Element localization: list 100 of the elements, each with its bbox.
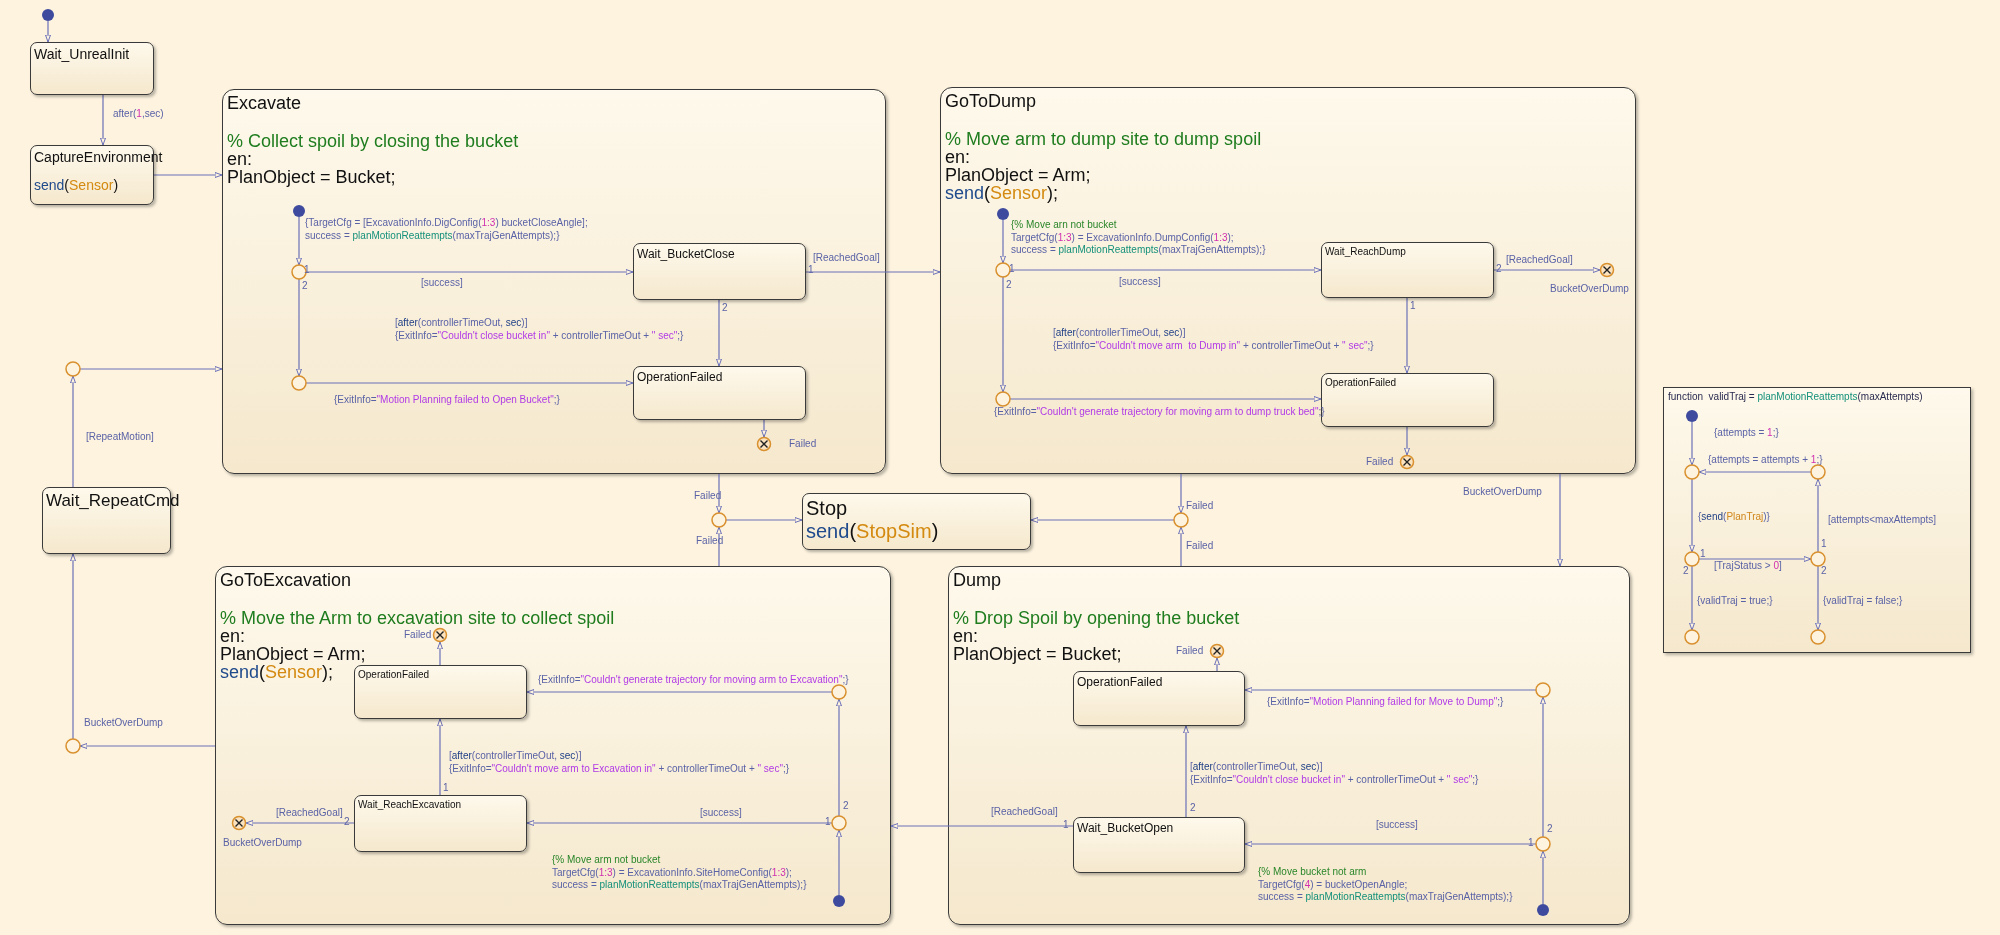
transition-label: [TrajStatus > 0] — [1714, 560, 1782, 573]
transition-label: [success] — [421, 277, 463, 290]
transition-label: {TargetCfg = [ExcavationInfo.DigConfig(1:3) bucketCloseAngle]; success = planMotionReattempts(maxTrajGenAttempts);} — [305, 217, 588, 242]
terminator-icon — [231, 815, 247, 831]
junction-node — [1810, 464, 1826, 480]
junction-node — [1173, 512, 1189, 528]
state-name: OperationFailed — [637, 370, 723, 385]
state-action: PlanObject = Bucket; — [227, 168, 396, 187]
transition-arrow — [1214, 657, 1220, 672]
transition-label: 1 — [1410, 300, 1416, 313]
transition-label: [attempts<maxAttempts] — [1828, 514, 1937, 527]
state-action: en: — [227, 150, 253, 169]
state-comment: % Drop Spoil by opening the bucket — [953, 609, 1240, 628]
transition-label: BucketOverDump — [1550, 283, 1629, 296]
state-name: Wait_BucketClose — [637, 247, 735, 262]
state-name: GoToDump — [945, 91, 1037, 113]
transition-label: {% Move arn not bucket TargetCfg(1:3) = ExcavationInfo.DumpConfig(1:3); success = planMotionReattempts(maxTrajGenAttempts);} — [1011, 219, 1266, 257]
state-name: OperationFailed — [1325, 377, 1397, 389]
transition-label: [after(controllerTimeOut, sec)] {ExitInfo="Couldn't close bucket in" + controllerTimeOut + " sec";} — [395, 317, 684, 342]
junction-node — [1810, 629, 1826, 645]
junction-node — [1535, 836, 1551, 852]
transition-arrow — [1540, 850, 1546, 905]
transition-label: 1 — [808, 264, 814, 277]
transition-label: 2 — [1821, 565, 1827, 578]
transition-label: [success] — [1376, 819, 1418, 832]
default-transition-dot — [997, 208, 1009, 220]
state-name: Wait_ReachDump — [1325, 246, 1406, 258]
default-transition-dot — [1686, 410, 1698, 422]
junction-node — [831, 684, 847, 700]
state-name: Wait_BucketOpen — [1077, 821, 1174, 836]
transition-label: {attempts = 1;} — [1714, 427, 1779, 440]
state-action: en: — [220, 627, 246, 646]
transition-label: Failed — [1176, 645, 1204, 658]
transition-label: [ReachedGoal] — [276, 807, 343, 820]
transition-label: 2 — [843, 800, 849, 813]
transition-arrow — [1178, 526, 1184, 567]
transition-label: 1 — [1528, 837, 1534, 850]
transition-arrow — [1689, 565, 1695, 631]
transition-label: [after(controllerTimeOut, sec)] {ExitInfo="Couldn't move arm to Excavation in" + controllerTimeOut + " sec";} — [449, 750, 790, 775]
transition-label: after(1,sec) — [113, 108, 164, 121]
terminator-icon — [756, 436, 772, 452]
terminator-icon — [1209, 643, 1225, 659]
transition-arrow — [1815, 565, 1821, 631]
transition-label: 2 — [1496, 263, 1502, 276]
default-transition-dot — [1537, 904, 1549, 916]
state-name: OperationFailed — [1077, 675, 1163, 690]
junction-node — [995, 262, 1011, 278]
transition-label: [success] — [1119, 276, 1161, 289]
junction-node — [1684, 551, 1700, 567]
junction-node — [1684, 464, 1700, 480]
transition-label: [RepeatMotion] — [86, 431, 154, 444]
transition-arrow — [45, 20, 51, 43]
transition-label: Failed — [696, 535, 724, 548]
transition-label: 1 — [1009, 263, 1015, 276]
transition-label: [ReachedGoal] — [1506, 254, 1573, 267]
transition-arrow — [1178, 473, 1184, 514]
transition-label: 1 — [1063, 819, 1069, 832]
state-name: Stop — [806, 497, 848, 521]
junction-node — [291, 264, 307, 280]
state-comment: % Collect spoil by closing the bucket — [227, 132, 519, 151]
transition-label: 1 — [1821, 538, 1827, 551]
transition-arrow — [437, 641, 443, 666]
junction-node — [65, 738, 81, 754]
junction-node — [65, 361, 81, 377]
transition-label: Failed — [1186, 500, 1214, 513]
default-transition-dot — [833, 895, 845, 907]
state-comment: % Move arm to dump site to dump spoil — [945, 130, 1262, 149]
transition-arrow — [1689, 421, 1695, 466]
state-action: en: — [945, 148, 971, 167]
state-action: send(Sensor) — [34, 177, 119, 192]
junction-node — [831, 815, 847, 831]
transition-label: {% Move bucket not arm TargetCfg(4) = bucketOpenAngle; success = planMotionReattempts(maxTrajGenAttempts);} — [1258, 866, 1513, 904]
state-name: GoToExcavation — [220, 570, 352, 592]
transition-label: Failed — [404, 629, 432, 642]
transition-label: 2 — [302, 280, 308, 293]
transition-label: 2 — [1006, 279, 1012, 292]
transition-label: [after(controllerTimeOut, sec)] {ExitInfo="Couldn't close bucket in" + controllerTimeOut + " sec";} — [1190, 761, 1479, 786]
state-action: PlanObject = Bucket; — [953, 645, 1122, 664]
transition-label: BucketOverDump — [84, 717, 163, 730]
state-action: send(StopSim) — [806, 520, 939, 541]
transition-label: Failed — [789, 438, 817, 451]
transition-label: Failed — [694, 490, 722, 503]
transition-label: 2 — [344, 816, 350, 829]
terminator-icon — [432, 627, 448, 643]
transition-label: {send(PlanTraj)} — [1698, 511, 1770, 524]
function-signature: function validTraj = planMotionReattempts(maxAttempts) — [1668, 391, 1924, 403]
default-transition-dot — [42, 9, 54, 21]
transition-label: {validTraj = true;} — [1697, 595, 1773, 608]
transition-label: 1 — [304, 264, 310, 277]
junction-node — [1684, 629, 1700, 645]
terminator-icon — [1399, 454, 1415, 470]
state-name: Wait_UnrealInit — [34, 46, 130, 63]
transition-arrow — [153, 172, 223, 178]
junction-node — [711, 512, 727, 528]
state-comment: % Move the Arm to excavation site to collect spoil — [220, 609, 615, 628]
transition-label: [success] — [700, 807, 742, 820]
transition-arrow — [1404, 426, 1410, 456]
transition-label: BucketOverDump — [223, 837, 302, 850]
transition-label: [ReachedGoal] — [813, 252, 880, 265]
junction-node — [1535, 682, 1551, 698]
